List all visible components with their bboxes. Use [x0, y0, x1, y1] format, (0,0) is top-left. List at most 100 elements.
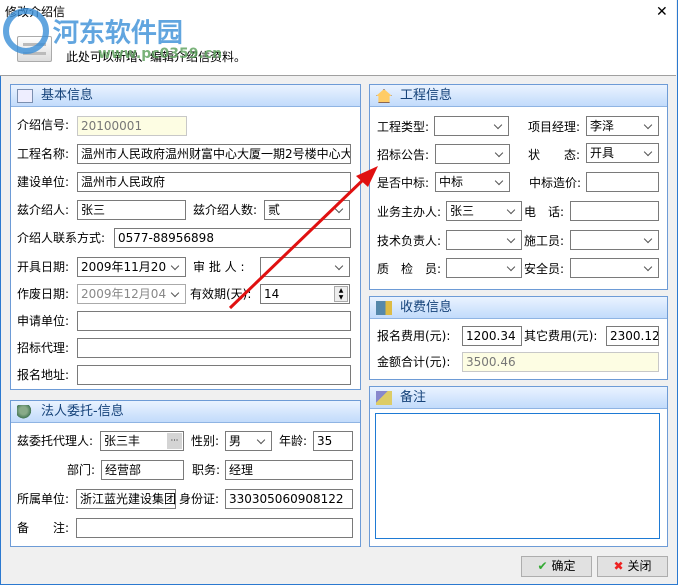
dept-label: 部门:: [67, 463, 96, 477]
introducer-count-label: 兹介绍人数:: [193, 203, 258, 217]
phone-field[interactable]: [570, 201, 659, 221]
issue-date-picker[interactable]: 2009年11月20: [77, 257, 186, 277]
tech-label: 技术负责人:: [377, 234, 442, 248]
type-label: 工程类型:: [377, 120, 430, 134]
panel-title: 工程信息: [400, 88, 453, 103]
close-button[interactable]: ✖ 关闭: [597, 556, 668, 577]
safety-select[interactable]: [570, 258, 659, 278]
address-label: 报名地址:: [17, 368, 70, 382]
approver-select[interactable]: [260, 257, 350, 277]
issue-date-label: 开具日期:: [17, 260, 70, 274]
basic-info-header: 基本信息: [11, 85, 360, 107]
introducer-label: 兹介绍人:: [17, 203, 70, 217]
tech-select[interactable]: [446, 230, 522, 250]
gender-select[interactable]: 男: [225, 431, 272, 451]
validity-label: 有效期(天):: [190, 287, 252, 301]
contact-label: 介绍人联系方式:: [17, 231, 106, 245]
handler-select[interactable]: 张三: [446, 201, 522, 221]
x-icon: ✖: [613, 559, 624, 573]
won-select[interactable]: 中标: [435, 172, 510, 192]
ok-label: 确定: [551, 559, 576, 573]
letter-no-field[interactable]: 20100001: [77, 116, 187, 136]
users-icon: [17, 405, 33, 419]
check-icon: ✔: [537, 559, 548, 573]
builder-staff-select[interactable]: [570, 230, 659, 250]
approver-label: 审 批 人 :: [193, 260, 245, 274]
gender-label: 性别:: [191, 434, 220, 448]
void-date-picker[interactable]: 2009年12月04: [77, 284, 186, 304]
proxy-field[interactable]: 张三丰 ···: [100, 431, 184, 451]
validity-spinner[interactable]: 14 ▲ ▼: [260, 284, 350, 304]
reg-fee-label: 报名费用(元):: [377, 329, 451, 343]
status-label: 状 态:: [528, 148, 581, 162]
proxy-label: 兹委托代理人:: [17, 434, 94, 448]
letter-no-label: 介绍信号:: [17, 118, 70, 132]
safety-label: 安全员:: [524, 262, 565, 276]
panel-title: 收费信息: [400, 300, 453, 315]
total-fee-field[interactable]: 3500.46: [462, 352, 659, 372]
fees-header: 收费信息: [370, 297, 667, 319]
dept-field[interactable]: 经营部: [101, 460, 184, 480]
remark-field[interactable]: [76, 518, 353, 538]
handler-label: 业务主办人:: [377, 205, 442, 219]
applicant-field[interactable]: [77, 311, 351, 331]
notes-header: 备注: [370, 387, 667, 409]
notice-select[interactable]: [435, 144, 510, 164]
other-fee-label: 其它费用(元):: [524, 329, 598, 343]
validity-value: 14: [264, 287, 280, 301]
close-icon[interactable]: ✕: [656, 4, 668, 20]
applicant-label: 申请单位:: [17, 314, 70, 328]
price-label: 中标造价:: [529, 176, 582, 190]
header-description: 此处可以新增、编辑介绍信资料。: [66, 50, 247, 64]
introducer-count-select[interactable]: 贰: [264, 200, 350, 220]
company-field[interactable]: 浙江蓝光建设集团: [76, 489, 176, 509]
form-icon: [17, 36, 52, 62]
introducer-field[interactable]: 张三: [77, 200, 186, 220]
builder-field[interactable]: 温州市人民政府: [77, 172, 351, 192]
list-icon: [17, 89, 33, 103]
won-label: 是否中标:: [377, 176, 430, 190]
company-label: 所属单位:: [17, 492, 70, 506]
position-field[interactable]: 经理: [225, 460, 353, 480]
price-field[interactable]: [586, 172, 659, 192]
status-select[interactable]: 开具: [586, 143, 659, 163]
reg-fee-field[interactable]: 1200.34: [462, 326, 522, 346]
address-field[interactable]: [77, 365, 351, 385]
home-icon: [376, 89, 392, 103]
builder-label: 建设单位:: [17, 175, 70, 189]
type-select[interactable]: [434, 116, 509, 136]
panel-title: 法人委托-信息: [41, 404, 124, 419]
position-label: 职务:: [192, 463, 221, 477]
other-fee-field[interactable]: 2300.12: [606, 326, 659, 346]
notes-icon: [376, 391, 392, 405]
panel-title: 备注: [400, 390, 427, 405]
qc-label: 质 检 员:: [377, 262, 442, 276]
remark-label: 备 注:: [17, 521, 70, 535]
panel-title: 基本信息: [41, 88, 94, 103]
qc-select[interactable]: [446, 258, 522, 278]
manager-select[interactable]: 李泽: [586, 116, 659, 136]
id-field[interactable]: 330305060908122: [225, 489, 353, 509]
contact-field[interactable]: 0577-88956898: [114, 228, 351, 248]
proxy-value: 张三丰: [104, 434, 141, 448]
ok-button[interactable]: ✔ 确定: [521, 556, 592, 577]
project-name-label: 工程名称:: [17, 147, 70, 161]
spinner-arrows-icon[interactable]: ▲ ▼: [334, 286, 348, 302]
age-field[interactable]: 35: [313, 431, 353, 451]
money-icon: [376, 301, 392, 315]
notes-textarea[interactable]: [375, 413, 660, 539]
agent-field[interactable]: [77, 338, 351, 358]
dialog-header: 修改介绍信 ✕ 此处可以新增、编辑介绍信资料。 河东软件园 www.pc0359…: [0, 0, 676, 76]
project-name-field[interactable]: 温州市人民政府温州财富中心大厦一期2号楼中心大: [77, 144, 351, 164]
age-label: 年龄:: [279, 434, 308, 448]
legal-proxy-header: 法人委托-信息: [11, 401, 360, 423]
id-label: 身份证:: [179, 492, 220, 506]
browse-button[interactable]: ···: [167, 433, 182, 449]
void-date-label: 作废日期:: [17, 287, 70, 301]
manager-label: 项目经理:: [528, 120, 581, 134]
agent-label: 招标代理:: [17, 341, 70, 355]
window-title: 修改介绍信: [5, 5, 66, 19]
notice-label: 招标公告:: [377, 148, 430, 162]
close-label: 关闭: [627, 559, 652, 573]
total-fee-label: 金额合计(元):: [377, 355, 451, 369]
